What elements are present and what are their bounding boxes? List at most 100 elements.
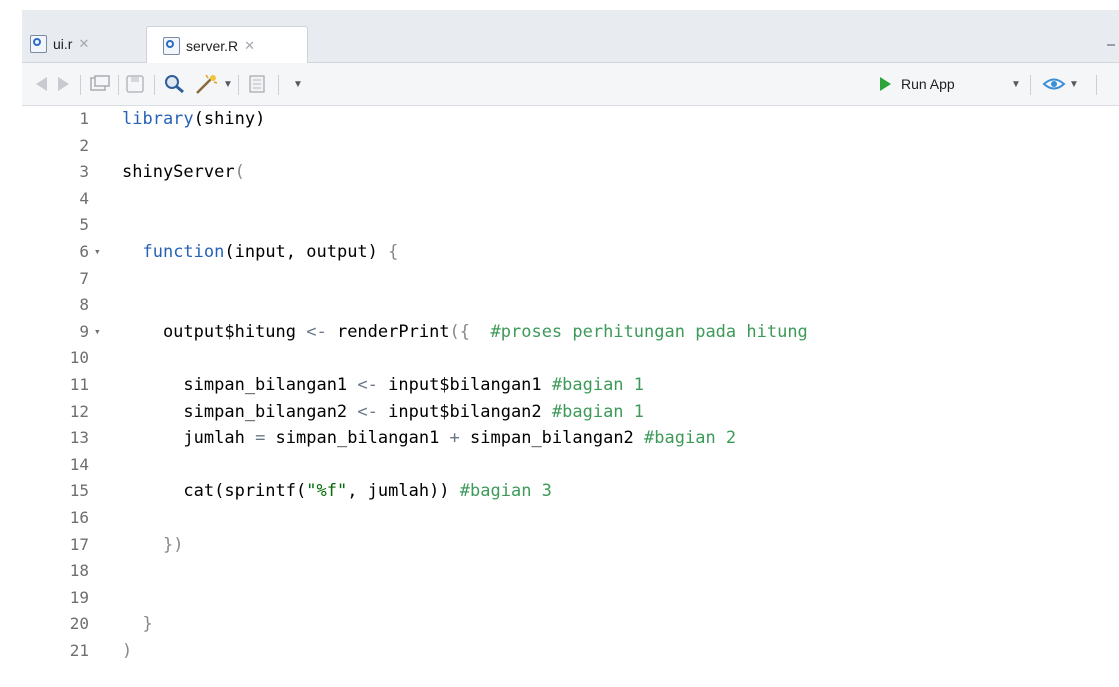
toolbar-separator bbox=[118, 75, 119, 95]
code-line[interactable]: 21) bbox=[22, 642, 1119, 661]
line-number: 7 bbox=[79, 268, 89, 288]
close-icon[interactable]: ✕ bbox=[78, 36, 89, 52]
code-token: output$hitung bbox=[122, 321, 307, 342]
code-token: #bagian 1 bbox=[551, 375, 645, 395]
code-token: { bbox=[388, 242, 399, 262]
run-app-options-dropdown[interactable]: ▼ bbox=[1008, 63, 1021, 105]
forward-button[interactable] bbox=[58, 63, 69, 105]
code-line[interactable]: 9 ▾ output$hitung <- renderPrint({ #prose… bbox=[22, 321, 1119, 342]
code-token: input$bilangan1 bbox=[377, 375, 552, 395]
code-token: ({ bbox=[449, 321, 471, 342]
toolbar-separator bbox=[278, 75, 279, 95]
run-app-button[interactable]: Run App bbox=[880, 63, 955, 105]
find-button[interactable] bbox=[164, 63, 186, 105]
run-app-label: Run App bbox=[901, 76, 955, 92]
line-number: 12 bbox=[69, 401, 89, 421]
code-line[interactable]: 4 bbox=[22, 189, 1119, 208]
chevron-down-icon: ▼ bbox=[1011, 78, 1021, 90]
save-icon bbox=[126, 75, 144, 93]
code-line[interactable]: 13 jumlah = simpan_bilangan1 + simpan_bi… bbox=[22, 428, 1119, 449]
code-token: simpan_bilangan2 bbox=[122, 401, 358, 422]
code-token: ( bbox=[234, 162, 245, 183]
code-line[interactable]: 17 }) bbox=[22, 534, 1119, 554]
code-line[interactable]: 8 bbox=[22, 296, 1119, 314]
fold-toggle-icon[interactable]: ▾ bbox=[94, 243, 106, 261]
line-number: 19 bbox=[69, 587, 89, 607]
code-editor[interactable]: 1 library(shiny) 2 3 shinyServer( 4 5 6 ▾ functi… bbox=[22, 106, 1119, 687]
code-line[interactable]: 2 bbox=[22, 135, 1119, 155]
line-number: 15 bbox=[69, 481, 89, 501]
code-line[interactable]: 6 ▾ function(input, output) { bbox=[22, 242, 1119, 262]
code-line[interactable]: 18 bbox=[22, 562, 1119, 580]
code-text: }) bbox=[122, 536, 183, 554]
code-line[interactable]: 14 bbox=[22, 455, 1119, 474]
code-token: <- bbox=[357, 375, 378, 395]
code-line[interactable]: 15 cat(sprintf("%f", jumlah)) #bagian 3 bbox=[22, 481, 1119, 502]
code-line[interactable]: 1 library(shiny) bbox=[22, 110, 1119, 129]
code-token: function bbox=[142, 242, 225, 262]
line-number: 18 bbox=[69, 561, 89, 581]
show-in-window-button[interactable] bbox=[90, 63, 110, 105]
toolbar-separator bbox=[154, 75, 155, 95]
tab-server-r[interactable]: server.R ✕ bbox=[146, 26, 308, 64]
line-number: 3 bbox=[79, 162, 89, 182]
back-arrow-icon bbox=[36, 77, 47, 91]
code-token: #bagian 3 bbox=[459, 481, 552, 502]
code-text: shinyServer( bbox=[122, 163, 245, 181]
line-number: 6 bbox=[79, 242, 89, 261]
r-file-icon bbox=[30, 35, 47, 53]
code-token: cat(sprintf( bbox=[122, 481, 307, 502]
line-number: 11 bbox=[69, 375, 89, 394]
top-strip bbox=[0, 0, 1119, 10]
rstudio-source-pane: ui.r ✕ server.R ✕ ▼ ▼ Run App ▼ ▼ 1 libr… bbox=[0, 0, 1119, 687]
line-number: 8 bbox=[79, 295, 89, 315]
show-in-window-icon bbox=[90, 75, 110, 91]
close-icon[interactable]: ✕ bbox=[244, 38, 255, 54]
fold-toggle-icon[interactable]: ▾ bbox=[94, 323, 106, 341]
code-token: "%f" bbox=[306, 481, 348, 502]
code-line[interactable]: 10 bbox=[22, 349, 1119, 367]
play-icon bbox=[880, 77, 891, 91]
code-line[interactable]: 16 bbox=[22, 509, 1119, 527]
code-token: #bagian 2 bbox=[644, 428, 737, 449]
code-line[interactable]: 20 } bbox=[22, 614, 1119, 635]
code-text: simpan_bilangan2 <- input$bilangan2 #bag… bbox=[122, 403, 644, 421]
editor-toolbar: ▼ ▼ Run App ▼ ▼ bbox=[22, 63, 1119, 106]
line-number: 17 bbox=[69, 534, 89, 554]
code-line[interactable]: 12 simpan_bilangan2 <- input$bilangan2 #… bbox=[22, 401, 1119, 421]
code-line[interactable]: 5 bbox=[22, 216, 1119, 234]
line-number: 2 bbox=[79, 135, 89, 155]
tab-label: ui.r bbox=[53, 36, 73, 52]
code-line[interactable]: 3 shinyServer( bbox=[22, 162, 1119, 182]
minimize-icon[interactable] bbox=[1107, 44, 1115, 46]
code-line[interactable]: 11 simpan_bilangan1 <- input$bilangan1 #… bbox=[22, 375, 1119, 395]
chevron-down-icon: ▼ bbox=[293, 78, 303, 90]
forward-arrow-icon bbox=[58, 77, 69, 91]
back-button[interactable] bbox=[36, 63, 47, 105]
more-options-button[interactable]: ▼ bbox=[290, 63, 303, 105]
tab-ui-r[interactable]: ui.r ✕ bbox=[30, 26, 140, 62]
code-token: #proses perhitungan pada hitung bbox=[490, 321, 808, 342]
code-token: input$bilangan2 bbox=[377, 401, 552, 422]
code-line[interactable]: 19 bbox=[22, 587, 1119, 607]
code-token: }) bbox=[162, 534, 184, 555]
tab-bar: ui.r ✕ server.R ✕ bbox=[22, 10, 1119, 64]
save-button[interactable] bbox=[126, 63, 146, 105]
tab-label: server.R bbox=[186, 37, 239, 54]
code-token: simpan_bilangan1 bbox=[122, 375, 358, 395]
line-number: 20 bbox=[69, 614, 89, 634]
code-token: jumlah bbox=[122, 428, 256, 449]
code-line[interactable]: 7 bbox=[22, 268, 1119, 288]
code-tools-button[interactable]: ▼ bbox=[194, 63, 233, 105]
code-token: renderPrint bbox=[326, 321, 450, 342]
code-token: } bbox=[142, 614, 153, 635]
toolbar-separator bbox=[1096, 75, 1097, 95]
compile-report-button[interactable] bbox=[248, 63, 268, 105]
toolbar-separator bbox=[1030, 75, 1031, 95]
notebook-icon bbox=[249, 75, 265, 93]
code-token: #bagian 1 bbox=[551, 401, 645, 422]
publish-button[interactable]: ▼ bbox=[1042, 63, 1079, 105]
code-text: simpan_bilangan1 <- input$bilangan1 #bag… bbox=[122, 376, 644, 394]
